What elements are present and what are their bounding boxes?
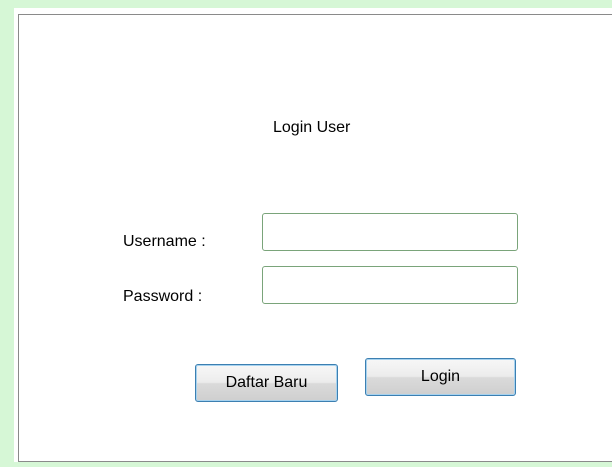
page-title: Login User [273, 119, 351, 136]
frame-left-strip [0, 0, 14, 467]
register-button[interactable]: Daftar Baru [195, 364, 338, 402]
frame-bottom-strip [0, 462, 612, 467]
login-button[interactable]: Login [365, 358, 516, 396]
username-label: Username : [123, 233, 206, 250]
frame-top-strip [0, 0, 612, 8]
username-input[interactable] [262, 213, 518, 251]
login-panel: Login User Username : Password : Daftar … [18, 14, 612, 462]
password-input[interactable] [262, 266, 518, 304]
password-label: Password : [123, 288, 203, 305]
